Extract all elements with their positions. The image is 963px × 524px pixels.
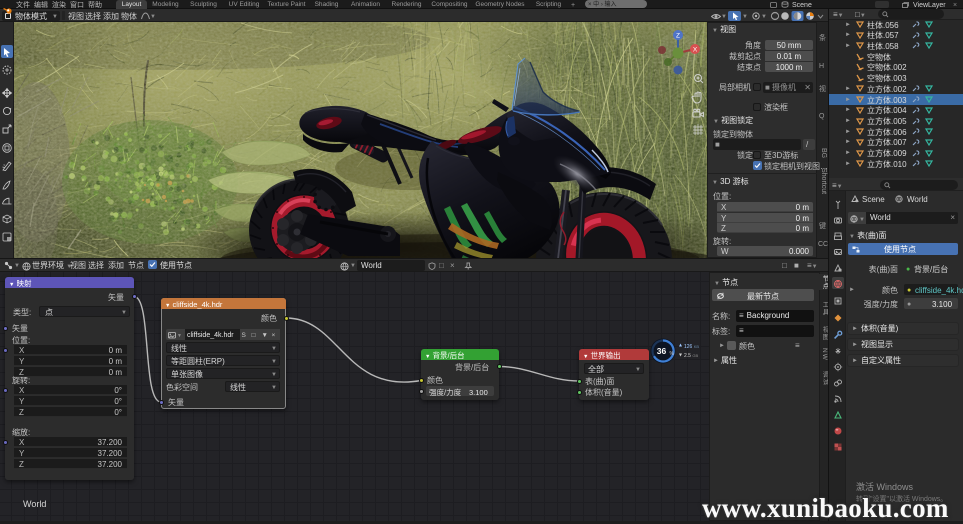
svg-text:126 KB: 126 KB	[684, 344, 699, 350]
svg-text:X: X	[693, 47, 698, 54]
svg-text:36: 36	[657, 346, 667, 356]
svg-text:Z: Z	[676, 33, 680, 40]
svg-text:%: %	[670, 351, 675, 357]
svg-text:2.5 GB: 2.5 GB	[684, 353, 698, 359]
